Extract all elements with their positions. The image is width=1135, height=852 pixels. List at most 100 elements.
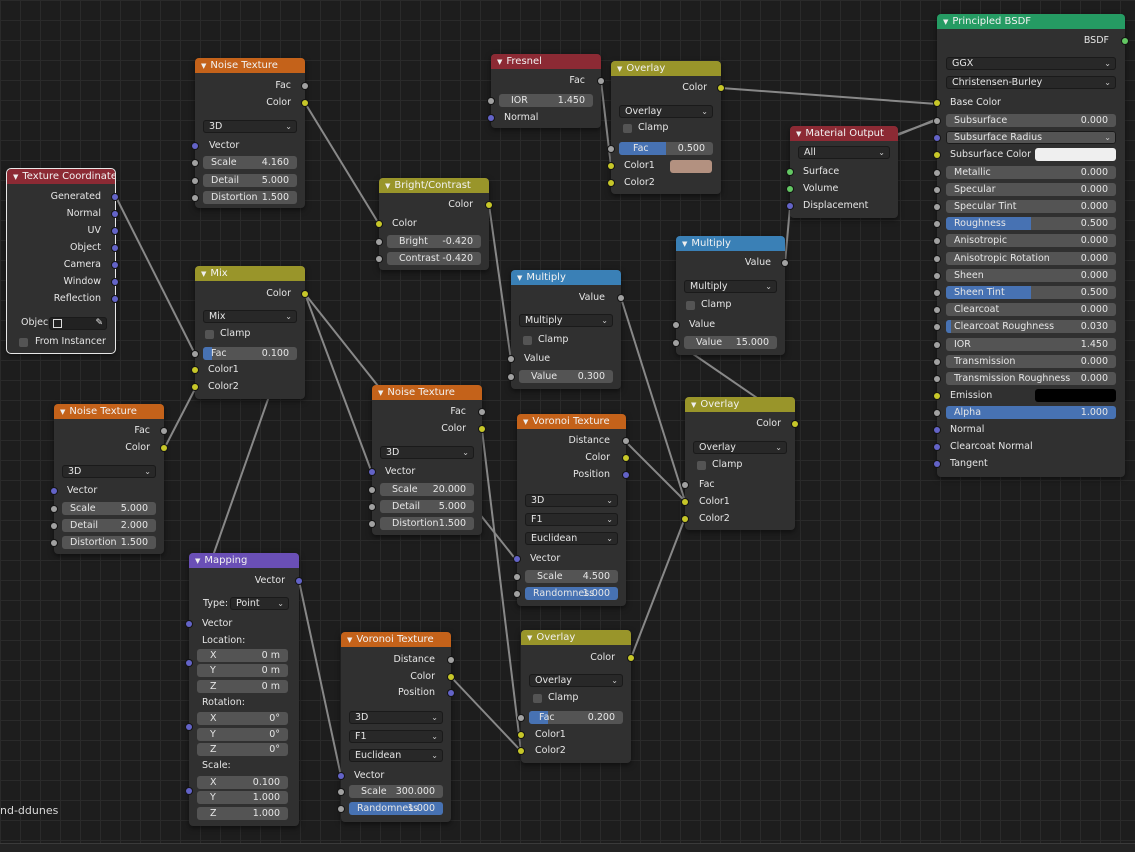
node-header[interactable]: ▼ Material Output <box>790 126 898 141</box>
collapse-icon[interactable]: ▼ <box>201 270 206 278</box>
collapse-icon[interactable]: ▼ <box>796 130 801 138</box>
clamp-checkbox[interactable] <box>686 301 695 310</box>
socket-contrast[interactable] <box>376 256 382 262</box>
eyedropper-icon[interactable]: ✎ <box>95 317 103 330</box>
socket-color-out[interactable] <box>486 202 492 208</box>
socket-volume[interactable] <box>787 186 793 192</box>
collapse-icon[interactable]: ▼ <box>385 182 390 190</box>
from-instancer-checkbox[interactable] <box>19 338 28 347</box>
ior-field[interactable]: IOR 1.450 <box>499 94 593 107</box>
node-header[interactable]: ▼ Overlay <box>685 397 795 412</box>
socket-vector[interactable] <box>192 143 198 149</box>
socket-roughness[interactable] <box>934 221 940 227</box>
bsdf-field-clearcoat-roughness[interactable]: Clearcoat Roughness 0.030 <box>946 320 1116 333</box>
overlay-node-2[interactable]: ▼ Overlay Color Overlay ⌄ Clamp Fac Color1… <box>682 397 798 530</box>
socket-specular-tint[interactable] <box>934 204 940 210</box>
socket-fac[interactable] <box>608 146 614 152</box>
bsdf-field-metallic[interactable]: Metallic 0.000 <box>946 166 1116 179</box>
collapse-icon[interactable]: ▼ <box>691 401 696 409</box>
socket-fac[interactable] <box>302 83 308 89</box>
socket-detail[interactable] <box>192 178 198 184</box>
bsdf-field-ior[interactable]: IOR 1.450 <box>946 338 1116 351</box>
value-field[interactable]: Value 0.300 <box>519 370 613 383</box>
location-z-field[interactable]: Z0 m <box>197 680 288 693</box>
clamp-checkbox[interactable] <box>523 336 532 345</box>
object-picker[interactable]: ✎ <box>49 317 107 330</box>
clamp-checkbox[interactable] <box>533 694 542 703</box>
voronoi-texture-node-2[interactable]: ▼ Voronoi Texture Distance Color Position… <box>338 632 454 822</box>
bsdf-field-alpha[interactable]: Alpha 1.000 <box>946 406 1116 419</box>
socket-randomness[interactable] <box>514 591 520 597</box>
socket-vector-in[interactable] <box>186 621 192 627</box>
socket-normal[interactable] <box>112 211 118 217</box>
scale-field[interactable]: Scale 20.000 <box>380 483 474 496</box>
node-header[interactable]: ▼ Mapping <box>189 553 299 568</box>
scale-field[interactable]: Scale 5.000 <box>62 502 156 515</box>
blend-type-dropdown[interactable]: Overlay ⌄ <box>529 674 623 687</box>
socket-surface[interactable] <box>787 169 793 175</box>
socket-distance[interactable] <box>623 438 629 444</box>
operation-dropdown[interactable]: Multiply ⌄ <box>519 314 613 327</box>
socket-value-out[interactable] <box>618 295 624 301</box>
socket-value-2[interactable] <box>673 340 679 346</box>
socket-color1[interactable] <box>682 499 688 505</box>
scale-field[interactable]: Scale 300.000 <box>349 785 443 798</box>
subsurface-radius-dropdown[interactable]: Subsurface Radius ⌄ <box>946 131 1116 144</box>
bsdf-field-specular-tint[interactable]: Specular Tint 0.000 <box>946 200 1116 213</box>
socket-color1[interactable] <box>518 732 524 738</box>
scale-z-field[interactable]: Z 1.000 <box>197 807 288 820</box>
distribution-dropdown[interactable]: GGX ⌄ <box>946 57 1116 70</box>
socket-ior[interactable] <box>488 98 494 104</box>
rotation-y-field[interactable]: Y 0° <box>197 728 288 741</box>
scale-y-field[interactable]: Y 1.000 <box>197 791 288 804</box>
socket-vector-out[interactable] <box>296 578 302 584</box>
node-header[interactable]: ▼ Multiply <box>676 236 785 251</box>
socket-randomness[interactable] <box>338 806 344 812</box>
rotation-x-field[interactable]: X 0° <box>197 712 288 725</box>
location-y-field[interactable]: Y0 m <box>197 664 288 677</box>
socket-bsdf[interactable] <box>1122 38 1128 44</box>
bsdf-field-transmission-roughness[interactable]: Transmission Roughness 0.000 <box>946 372 1116 385</box>
node-header[interactable]: ▼ Bright/Contrast <box>379 178 489 193</box>
socket-distortion[interactable] <box>51 540 57 546</box>
socket-clearcoat[interactable] <box>934 307 940 313</box>
collapse-icon[interactable]: ▼ <box>60 408 65 416</box>
collapse-icon[interactable]: ▼ <box>13 173 18 181</box>
socket-camera[interactable] <box>112 262 118 268</box>
detail-field[interactable]: Detail 5.000 <box>203 174 297 187</box>
clamp-checkbox[interactable] <box>697 461 706 470</box>
distortion-field[interactable]: Distortion 1.500 <box>62 536 156 549</box>
socket-sheen-tint[interactable] <box>934 290 940 296</box>
blend-type-dropdown[interactable]: Overlay ⌄ <box>619 105 713 118</box>
socket-uv[interactable] <box>112 228 118 234</box>
socket-vector[interactable] <box>51 488 57 494</box>
collapse-icon[interactable]: ▼ <box>682 240 687 248</box>
bsdf-field-subsurface[interactable]: Subsurface 0.000 <box>946 114 1116 127</box>
overlay-node-3[interactable]: ▼ Overlay Color Overlay ⌄ Clamp Fac 0.200 C… <box>518 630 634 763</box>
socket-bright[interactable] <box>376 239 382 245</box>
socket-sheen[interactable] <box>934 273 940 279</box>
fresnel-node[interactable]: ▼ Fresnel Fac IOR 1.450 Normal <box>488 54 604 128</box>
distance-metric-dropdown[interactable]: Euclidean ⌄ <box>349 749 443 762</box>
socket-color[interactable] <box>161 445 167 451</box>
socket-clearcoat-normal[interactable] <box>934 444 940 450</box>
dimension-dropdown[interactable]: 3D ⌄ <box>525 494 618 507</box>
scale-field[interactable]: Scale 4.500 <box>525 570 618 583</box>
collapse-icon[interactable]: ▼ <box>943 18 948 26</box>
node-header[interactable]: ▼ Noise Texture <box>195 58 305 73</box>
socket-color2[interactable] <box>192 384 198 390</box>
material-output-node[interactable]: ▼ Material Output All ⌄ Surface Volume Dis… <box>787 126 898 218</box>
socket-window[interactable] <box>112 279 118 285</box>
socket-color1[interactable] <box>608 163 614 169</box>
socket-value-1[interactable] <box>673 322 679 328</box>
socket-tangent[interactable] <box>934 461 940 467</box>
distance-metric-dropdown[interactable]: Euclidean ⌄ <box>525 532 618 545</box>
socket-reflection[interactable] <box>112 296 118 302</box>
rotation-z-field[interactable]: Z 0° <box>197 743 288 756</box>
node-header[interactable]: ▼ Overlay <box>521 630 631 645</box>
socket-clearcoat-roughness[interactable] <box>934 324 940 330</box>
randomness-field[interactable]: Randomness 1.000 <box>525 587 618 600</box>
node-header[interactable]: ▼ Noise Texture <box>54 404 164 419</box>
scale-x-field[interactable]: X 0.100 <box>197 776 288 789</box>
node-header[interactable]: ▼ Multiply <box>511 270 621 285</box>
